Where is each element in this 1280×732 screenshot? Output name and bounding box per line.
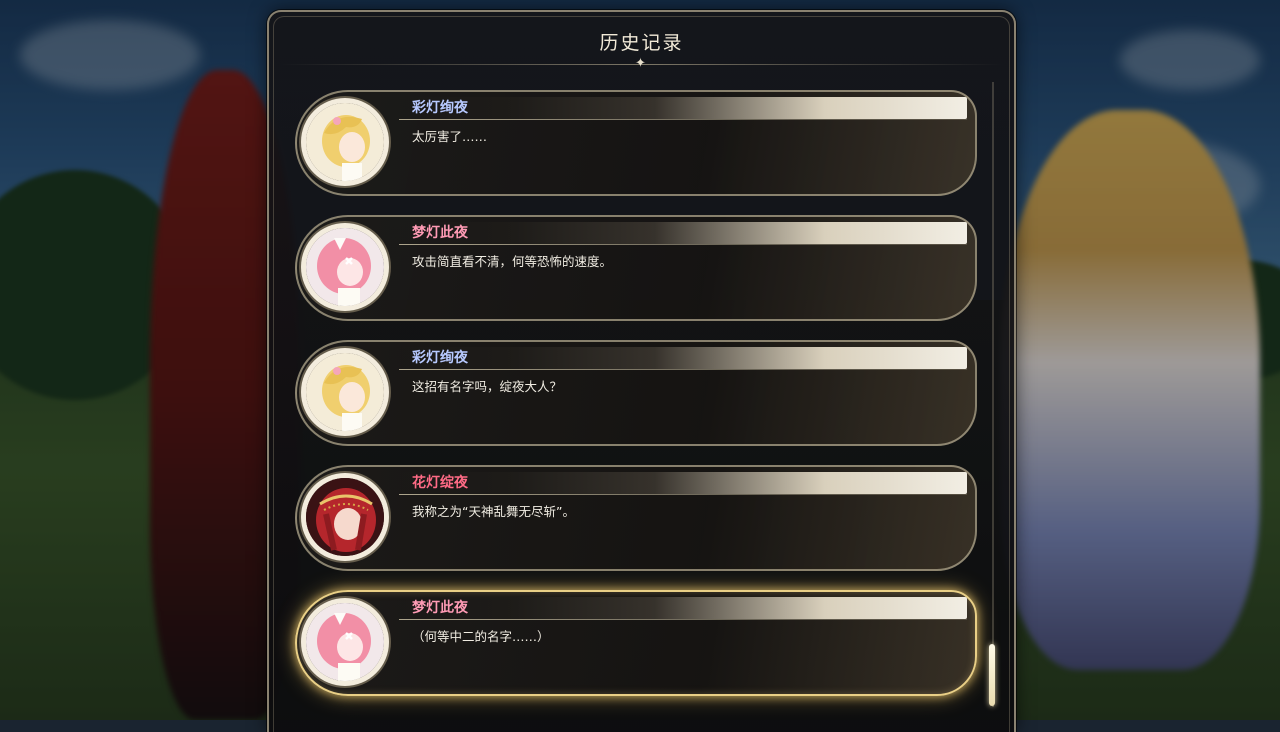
name-underline (399, 369, 967, 370)
speaker-name: 彩灯绚夜 (412, 100, 468, 116)
dialogue-text: 太厉害了…… (412, 129, 488, 144)
avatar (301, 473, 389, 561)
name-bar (399, 347, 967, 369)
history-log-panel: 历史记录 ✦ 彩灯绚夜 太厉害了…… 梦灯此夜 攻击简直看不清，何等恐怖的速度。… (267, 10, 1016, 732)
red-hair-woman-portrait-icon (306, 478, 384, 556)
avatar (301, 348, 389, 436)
name-underline (399, 119, 967, 120)
speaker-name: 彩灯绚夜 (412, 350, 468, 366)
dialogue-text: 攻击简直看不清，何等恐怖的速度。 (412, 254, 613, 269)
avatar (301, 223, 389, 311)
pink-hair-girl-portrait-icon (306, 603, 384, 681)
name-underline (399, 244, 967, 245)
speaker-name: 花灯绽夜 (412, 475, 468, 491)
blonde-girl-portrait-icon (306, 353, 384, 431)
blonde-girl-portrait-icon (306, 103, 384, 181)
avatar (301, 98, 389, 186)
pink-hair-girl-portrait-icon (306, 228, 384, 306)
scrollbar-thumb[interactable] (989, 644, 995, 706)
dialogue-text: 这招有名字吗，绽夜大人？ (412, 379, 563, 394)
panel-title: 历史记录 (599, 32, 684, 54)
history-entry[interactable]: 彩灯绚夜 太厉害了…… (295, 90, 977, 196)
history-entry[interactable]: 花灯绽夜 我称之为“天神乱舞无尽斩”。 (295, 465, 977, 571)
name-bar (399, 97, 967, 119)
speaker-name: 梦灯此夜 (412, 600, 468, 616)
avatar (301, 598, 389, 686)
history-entry[interactable]: 彩灯绚夜 这招有名字吗，绽夜大人？ (295, 340, 977, 446)
dialogue-text: （何等中二的名字……） (412, 629, 550, 644)
history-entry[interactable]: 梦灯此夜 攻击简直看不清，何等恐怖的速度。 (295, 215, 977, 321)
sparkle-icon: ✦ (635, 56, 646, 71)
name-bar (399, 597, 967, 619)
history-entry-current[interactable]: 梦灯此夜 （何等中二的名字……） (295, 590, 977, 696)
speaker-name: 梦灯此夜 (412, 225, 468, 241)
name-underline (399, 619, 967, 620)
scrollbar-track[interactable] (992, 82, 994, 707)
name-underline (399, 494, 967, 495)
dialogue-text: 我称之为“天神乱舞无尽斩”。 (412, 504, 575, 519)
name-bar (399, 472, 967, 494)
name-bar (399, 222, 967, 244)
